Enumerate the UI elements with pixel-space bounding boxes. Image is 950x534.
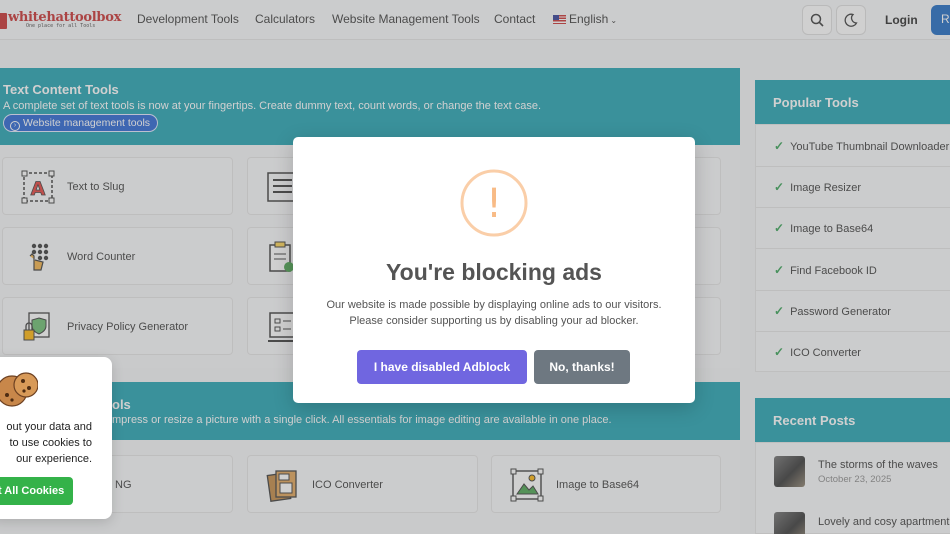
cookie-icon <box>0 372 38 407</box>
no-thanks-button[interactable]: No, thanks! <box>534 350 630 384</box>
svg-text:!: ! <box>486 181 502 227</box>
cookie-message: out your data and to use cookies to our … <box>6 421 92 465</box>
adblock-modal: ! You're blocking ads Our website is mad… <box>293 137 695 403</box>
page: whitehattoolbox One place for all Tools … <box>0 0 950 534</box>
modal-title: You're blocking ads <box>386 259 602 285</box>
accept-all-cookies-button[interactable]: t All Cookies <box>0 477 73 505</box>
disabled-adblock-button[interactable]: I have disabled Adblock <box>357 350 527 384</box>
cookie-consent-popup: out your data and to use cookies to our … <box>0 357 112 519</box>
warning-icon: ! <box>460 169 528 237</box>
modal-message: Our website is made possible by displayi… <box>326 299 662 327</box>
